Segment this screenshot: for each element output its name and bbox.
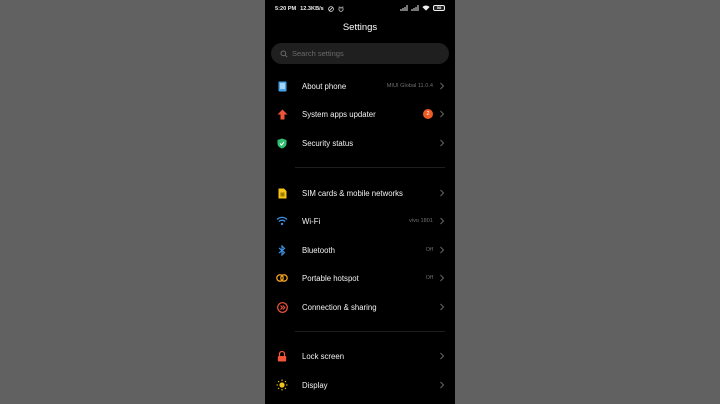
phone-info-icon: [276, 80, 288, 92]
sun-icon: [276, 379, 288, 391]
settings-item-label: Wi-Fi: [302, 216, 321, 226]
settings-item-bluetooth[interactable]: Bluetooth Off: [265, 238, 455, 262]
battery-icon: 58: [433, 5, 445, 11]
status-time: 5:20 PM: [275, 6, 297, 12]
chevron-right-icon: [440, 246, 445, 254]
signal-icon: [400, 5, 408, 11]
network-speed: 12.3KB/s: [300, 6, 324, 12]
section-divider: [295, 331, 445, 332]
alarm-icon: [338, 6, 344, 12]
status-left: 5:20 PM 12.3KB/s: [275, 6, 344, 12]
chevron-right-icon: [440, 381, 445, 389]
arrow-up-icon: [276, 108, 288, 120]
settings-item-value: Off: [425, 275, 433, 281]
status-bar: 5:20 PM 12.3KB/s 58: [265, 0, 455, 18]
shield-check-icon: [276, 137, 288, 149]
settings-item-about-phone[interactable]: About phone MIUI Global 11.0.4: [265, 74, 455, 98]
page-title: Settings: [342, 22, 378, 33]
phone-screen: 5:20 PM 12.3KB/s 58 Settings Abou: [265, 0, 455, 404]
settings-item-value: MIUI Global 11.0.4: [386, 83, 433, 89]
settings-item-value: Off: [425, 247, 433, 253]
settings-item-lock-screen[interactable]: Lock screen: [265, 344, 455, 368]
chevron-right-icon: [440, 82, 445, 90]
wifi-icon: [276, 215, 288, 227]
sim-card-icon: [276, 187, 288, 199]
connection-sharing-icon: [276, 301, 288, 313]
hotspot-icon: [276, 272, 288, 284]
settings-item-label: Connection & sharing: [302, 302, 377, 312]
settings-item-system-apps-updater[interactable]: System apps updater 2: [265, 102, 455, 126]
search-bar[interactable]: [271, 43, 449, 64]
video-frame: 5:20 PM 12.3KB/s 58 Settings Abou: [0, 0, 720, 404]
settings-item-portable-hotspot[interactable]: Portable hotspot Off: [265, 266, 455, 290]
chevron-right-icon: [440, 352, 445, 360]
update-count-badge: 2: [423, 109, 433, 119]
status-right: 58: [400, 5, 445, 11]
settings-item-label: Display: [302, 380, 328, 390]
settings-item-label: Portable hotspot: [302, 273, 359, 283]
signal-icon-2: [411, 5, 419, 11]
settings-item-connection-sharing[interactable]: Connection & sharing: [265, 295, 455, 319]
settings-item-value: vivo 1801: [409, 218, 433, 224]
settings-item-label: SIM cards & mobile networks: [302, 188, 403, 198]
settings-item-display[interactable]: Display: [265, 373, 455, 397]
settings-item-label: Bluetooth: [302, 245, 335, 255]
chevron-right-icon: [440, 274, 445, 282]
wifi-status-icon: [422, 5, 430, 11]
lock-icon: [276, 350, 288, 362]
chevron-right-icon: [440, 189, 445, 197]
settings-item-wifi[interactable]: Wi-Fi vivo 1801: [265, 209, 455, 233]
settings-item-sim-cards[interactable]: SIM cards & mobile networks: [265, 181, 455, 205]
search-icon: [280, 49, 288, 58]
chevron-right-icon: [440, 303, 445, 311]
no-disturb-icon: [327, 6, 334, 12]
settings-item-label: About phone: [302, 81, 347, 91]
chevron-right-icon: [440, 110, 445, 118]
settings-item-label: System apps updater: [302, 109, 376, 119]
settings-item-security-status[interactable]: Security status: [265, 131, 455, 155]
search-input[interactable]: [292, 49, 442, 58]
section-divider: [295, 167, 445, 168]
chevron-right-icon: [440, 217, 445, 225]
chevron-right-icon: [440, 139, 445, 147]
settings-item-label: Security status: [302, 138, 354, 148]
bluetooth-icon: [276, 244, 288, 256]
settings-item-label: Lock screen: [302, 351, 345, 361]
